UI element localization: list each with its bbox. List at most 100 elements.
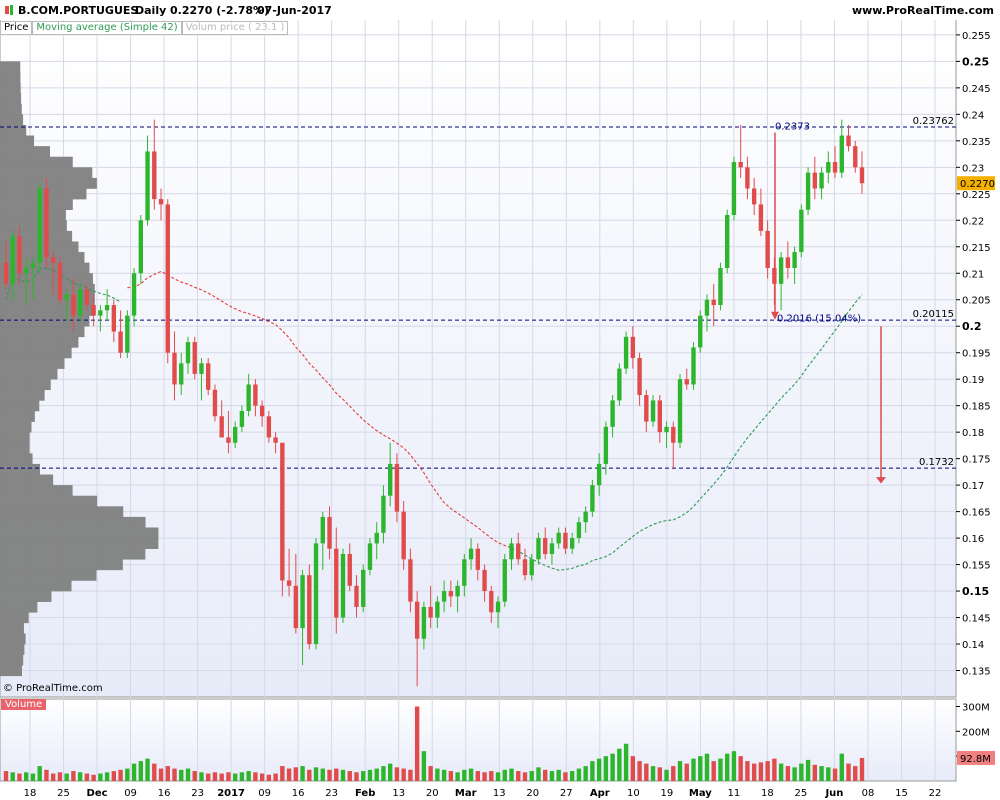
level-label: 0.23762 [913, 116, 954, 127]
volume-bar [556, 769, 561, 781]
x-tick-label: 2017 [217, 788, 245, 799]
volume-bar [482, 772, 487, 781]
candle-body [630, 336, 636, 358]
volume-bar [334, 768, 339, 781]
volume-bar [347, 771, 352, 781]
volume-bar [812, 764, 818, 781]
volume-bar [826, 767, 831, 781]
candle-body [502, 559, 507, 602]
candle-body [846, 135, 851, 147]
candle-body [441, 591, 447, 602]
volume-bar [590, 761, 595, 781]
volume-bar [549, 771, 555, 781]
x-tick-label: 22 [929, 788, 942, 799]
legend-price[interactable]: Price [0, 21, 33, 35]
candle-body [273, 437, 278, 443]
y-tick-label: 0.15 [962, 585, 989, 598]
volume-bar [583, 766, 588, 781]
candle-body [644, 395, 649, 422]
candle-body [71, 294, 76, 316]
candle-body [327, 516, 332, 549]
volume-profile-bar [0, 569, 97, 581]
volume-bar [792, 767, 797, 781]
candle-body [199, 363, 204, 374]
x-tick-label: 25 [795, 788, 808, 799]
y-tick-label: 0.23 [962, 163, 984, 174]
volume-bar [441, 769, 447, 781]
candle-body [111, 305, 117, 332]
level-label: 0.20115 [913, 309, 954, 320]
volume-bar [657, 767, 662, 781]
candle-body [475, 548, 481, 570]
volume-bar [30, 773, 36, 781]
volume-bar [785, 766, 791, 781]
candle-body [704, 299, 710, 316]
volume-bar [50, 773, 56, 781]
candle-body [421, 606, 427, 639]
candle-body [509, 543, 514, 560]
volume-profile-bar [0, 442, 30, 454]
last-price-label: 0.2270 [960, 179, 995, 190]
quote-label: 0.2270 (-2.78%) [170, 4, 270, 17]
candle-body [212, 389, 218, 417]
candle-body [57, 262, 63, 300]
volume-bar [145, 758, 150, 781]
candle-body [462, 559, 467, 586]
candle-body [381, 495, 386, 533]
volume-profile-bar [0, 156, 73, 168]
volume-bar [10, 772, 15, 781]
legend-moving-average[interactable]: Moving average (Simple 42) [32, 21, 182, 35]
volume-profile-bar [0, 368, 58, 380]
candle-body [300, 575, 305, 629]
volume-bar [219, 773, 224, 781]
volume-profile-bar [0, 421, 32, 433]
volume-profile-bar [0, 358, 65, 369]
y-tick-label: 0.205 [962, 296, 991, 307]
candle-body [125, 315, 130, 353]
y-tick-label: 0.18 [962, 428, 984, 439]
candle-body [758, 204, 764, 231]
volume-bar [684, 763, 689, 781]
volume-profile-bar [0, 209, 66, 221]
candle-body [280, 442, 285, 581]
volume-bar [374, 768, 379, 781]
volume-bar [543, 769, 548, 781]
x-tick-label: Apr [590, 788, 610, 799]
volume-bar [617, 748, 622, 781]
y-tick-label: 0.245 [962, 84, 991, 95]
volume-bar [64, 773, 69, 781]
candle-body [482, 569, 487, 592]
candle-body [711, 299, 716, 306]
volume-bar [91, 774, 96, 781]
volume-bar [495, 772, 501, 781]
volume-tick-label: 200M [962, 727, 990, 738]
candle-body [569, 538, 575, 549]
volume-bar [327, 769, 332, 781]
volume-bar [293, 767, 299, 781]
candle-body [367, 543, 373, 570]
candle-body [489, 591, 494, 613]
legend-volume-price[interactable]: Volum price ( 23.1 ) [181, 21, 289, 35]
volume-bar [280, 766, 285, 781]
volume-profile-bar [0, 315, 90, 327]
volume-profile-bar [0, 135, 35, 147]
candle-body [145, 151, 150, 221]
volume-bar [172, 768, 177, 781]
period-label: Daily [135, 4, 167, 17]
volume-panel-label[interactable]: Volume [1, 699, 47, 710]
volume-bar [246, 771, 251, 781]
candle-body [17, 236, 22, 274]
volume-bar [671, 766, 676, 781]
volume-bar [354, 772, 359, 781]
candle-body [118, 331, 123, 353]
y-axis: 0.135 0.14 0.145 0.15 0.155 0.16 0.165 0.17 0.17… [956, 31, 995, 765]
candle-body [347, 553, 352, 586]
annotation-target: 0.2016 (15.04%) [777, 314, 861, 325]
level-label: 0.1732 [919, 457, 954, 468]
volume-profile-bar [0, 93, 22, 105]
volume-bar [361, 771, 366, 781]
y-tick-label: 0.21 [962, 269, 984, 280]
volume-profile-bar [0, 654, 24, 666]
x-tick-label: Mar [455, 788, 477, 799]
candle-body [307, 575, 312, 645]
